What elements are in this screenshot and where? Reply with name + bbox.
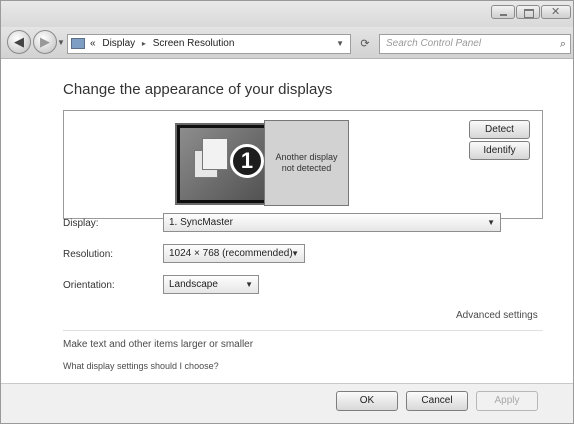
divider	[63, 330, 543, 331]
advanced-settings-link[interactable]: Advanced settings	[456, 310, 538, 321]
identify-button[interactable]: Identify	[469, 141, 530, 160]
window-controls	[491, 5, 571, 19]
recent-pages-dropdown-icon[interactable]: ▼	[57, 38, 65, 47]
content-area: Change the appearance of your displays 1…	[1, 59, 573, 423]
breadcrumb-overflow[interactable]: «	[90, 38, 96, 49]
chevron-down-icon: ▼	[291, 249, 299, 258]
resolution-select-value: 1024 × 768 (recommended)	[169, 248, 293, 259]
minimize-button[interactable]	[491, 5, 515, 19]
window-thumbnail-icon	[202, 138, 228, 170]
display-settings-help-link[interactable]: What display settings should I choose?	[63, 361, 219, 371]
screen-resolution-window: ◀ ▶ ▼ « Display ▸ Screen Resolution ▼ ⟳ …	[0, 0, 574, 424]
display-select[interactable]: 1. SyncMaster ▼	[163, 213, 501, 232]
maximize-button[interactable]	[516, 5, 540, 19]
ok-button[interactable]: OK	[336, 391, 398, 411]
chevron-down-icon: ▼	[487, 218, 495, 227]
display-label: Display:	[63, 218, 99, 229]
resolution-select[interactable]: 1024 × 768 (recommended) ▼	[163, 244, 305, 263]
chevron-down-icon: ▼	[245, 280, 253, 289]
breadcrumb: « Display ▸ Screen Resolution	[90, 35, 234, 53]
monitor-number-badge: 1	[230, 144, 264, 178]
close-button[interactable]	[541, 5, 571, 19]
breadcrumb-display[interactable]: Display	[102, 38, 135, 49]
monitor-2-not-detected[interactable]: Another display not detected	[264, 120, 349, 206]
search-box[interactable]: Search Control Panel ⌕	[379, 34, 571, 54]
address-bar[interactable]: « Display ▸ Screen Resolution ▼	[67, 34, 351, 54]
navigation-bar: ◀ ▶ ▼ « Display ▸ Screen Resolution ▼ ⟳ …	[1, 27, 573, 59]
monitor-2-label: Another display not detected	[275, 152, 338, 173]
cancel-button[interactable]: Cancel	[406, 391, 468, 411]
breadcrumb-separator[interactable]: ▸	[142, 39, 146, 48]
title-bar	[1, 1, 573, 27]
back-arrow-icon[interactable]: ◀	[7, 30, 31, 54]
breadcrumb-screen-resolution[interactable]: Screen Resolution	[153, 38, 235, 49]
resolution-label: Resolution:	[63, 249, 114, 260]
page-title: Change the appearance of your displays	[63, 81, 333, 98]
orientation-label: Orientation:	[63, 280, 115, 291]
orientation-select[interactable]: Landscape ▼	[163, 275, 259, 294]
forward-arrow-icon[interactable]: ▶	[33, 30, 57, 54]
display-preview-panel: 1 Another display not detected Detect Id…	[63, 110, 543, 219]
search-icon[interactable]: ⌕	[560, 35, 566, 53]
control-panel-icon	[71, 38, 85, 49]
address-dropdown-icon[interactable]: ▼	[336, 35, 344, 53]
orientation-select-value: Landscape	[169, 279, 218, 290]
dialog-footer: OK Cancel Apply	[1, 383, 573, 423]
text-size-link[interactable]: Make text and other items larger or smal…	[63, 339, 253, 350]
display-select-value: 1. SyncMaster	[169, 217, 233, 228]
refresh-icon[interactable]: ⟳	[353, 34, 377, 54]
detect-button[interactable]: Detect	[469, 120, 530, 139]
search-input[interactable]: Search Control Panel	[386, 35, 481, 53]
apply-button[interactable]: Apply	[476, 391, 538, 411]
